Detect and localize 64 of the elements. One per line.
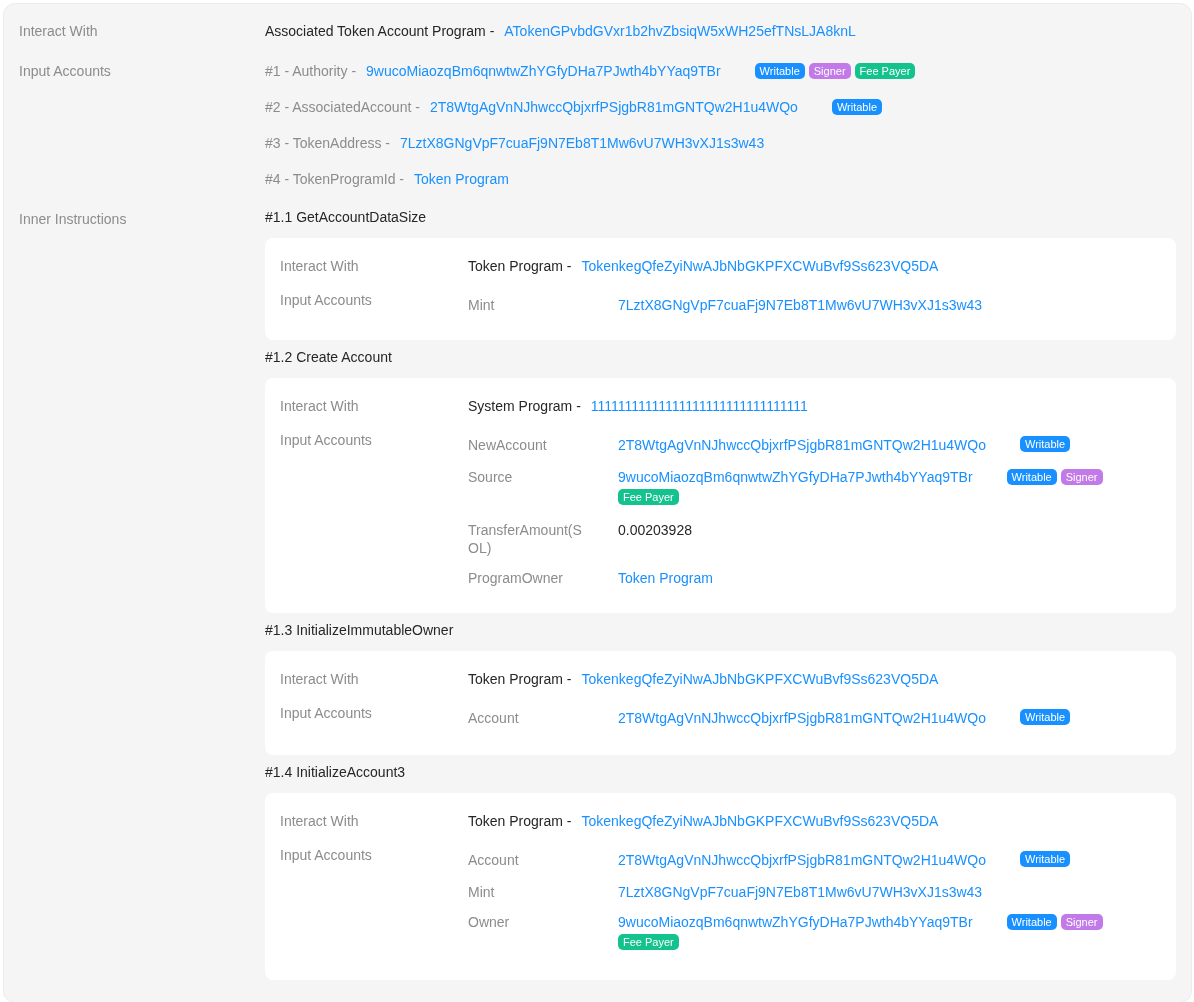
- field-label: Input Accounts: [19, 62, 112, 81]
- program-name: Token Program -: [468, 258, 572, 274]
- field-label: Interact With: [280, 397, 360, 415]
- program-address-link[interactable]: TokenkegQfeZyiNwAJbNbGKPFXCWuBvf9Ss623VQ5DA: [581, 258, 939, 274]
- field-label: Interact With: [280, 812, 360, 831]
- program-name: Associated Token Account Program -: [265, 23, 495, 39]
- account-name: NewAccount: [468, 436, 548, 455]
- account-link[interactable]: 2T8WtgAgVnNJhwccQbjxrfPSjgbR81mGNTQw2H1u4WQo: [429, 98, 798, 116]
- account-label: #4 - TokenProgramId -: [265, 170, 405, 188]
- account-name: ProgramOwner: [468, 568, 564, 587]
- account-tag: Writable: [754, 63, 805, 79]
- field-label: Input Accounts: [280, 703, 373, 723]
- program-address-link[interactable]: TokenkegQfeZyiNwAJbNbGKPFXCWuBvf9Ss623VQ5DA: [581, 813, 939, 830]
- account-name: Owner: [468, 913, 511, 933]
- program-name: Token Program -: [468, 813, 572, 830]
- account-link[interactable]: 2T8WtgAgVnNJhwccQbjxrfPSjgbR81mGNTQw2H1u4WQo: [618, 709, 986, 726]
- account-name: Account: [468, 851, 520, 871]
- account-tag: Writable: [831, 99, 883, 115]
- program-address-link[interactable]: ATokenGPvbdGVxr1b2hvZbsiqW5xWH25efTNsLJA8knL: [504, 23, 856, 39]
- instruction-title: #1.2 Create Account: [265, 348, 393, 366]
- instruction-title: #1.3 InitializeImmutableOwner: [265, 620, 455, 639]
- account-label: #3 - TokenAddress -: [265, 134, 391, 152]
- field-label: Input Accounts: [280, 846, 373, 866]
- account-name: Source: [468, 468, 514, 488]
- account-link[interactable]: 9wucoMiaozqBm6qnwtwZhYGfyDHa7PJwth4bYYaq9TBr: [366, 62, 721, 80]
- account-name: Mint: [468, 296, 496, 314]
- account-link[interactable]: 2T8WtgAgVnNJhwccQbjxrfPSjgbR81mGNTQw2H1u4WQo: [618, 852, 986, 869]
- instruction-title: #1.1 GetAccountDataSize: [265, 208, 428, 226]
- account-name: Account: [468, 708, 520, 728]
- account-link[interactable]: 7LztX8GNgVpF7cuaFj9N7Eb8T1Mw6vU7WH3vXJ1s3w43: [618, 297, 983, 313]
- account-value: 0.00203928: [618, 521, 692, 538]
- instruction-title: #1.4 InitializeAccount3: [265, 763, 407, 782]
- account-name: Mint: [468, 883, 496, 902]
- field-label: Interact With: [280, 669, 360, 688]
- account-name: TransferAmount(SOL): [468, 520, 583, 557]
- field-label: Interact With: [19, 22, 99, 41]
- account-tag: Fee Payer: [854, 63, 916, 79]
- account-tag: Writable: [1006, 468, 1057, 485]
- account-tag: Writable: [1020, 851, 1071, 868]
- program-address-link[interactable]: TokenkegQfeZyiNwAJbNbGKPFXCWuBvf9Ss623VQ5DA: [581, 670, 939, 687]
- account-tag: Signer: [1060, 468, 1103, 485]
- account-tag: Writable: [1020, 436, 1071, 453]
- program-name: System Program -: [468, 398, 581, 414]
- account-link[interactable]: Token Program: [618, 569, 713, 586]
- account-link[interactable]: 9wucoMiaozqBm6qnwtwZhYGfyDHa7PJwth4bYYaq9TBr: [618, 469, 973, 486]
- field-label: Interact With: [280, 257, 360, 275]
- account-link[interactable]: 7LztX8GNgVpF7cuaFj9N7Eb8T1Mw6vU7WH3vXJ1s3w43: [618, 884, 983, 901]
- field-label: Input Accounts: [280, 291, 373, 310]
- account-tag: Fee Payer: [618, 934, 679, 951]
- account-tag: Writable: [1020, 709, 1071, 726]
- field-label: Input Accounts: [280, 431, 373, 450]
- account-label: #1 - Authority -: [265, 62, 357, 80]
- account-tag: Signer: [1060, 913, 1103, 930]
- account-link[interactable]: 2T8WtgAgVnNJhwccQbjxrfPSjgbR81mGNTQw2H1u4WQo: [618, 437, 986, 453]
- account-link[interactable]: 7LztX8GNgVpF7cuaFj9N7Eb8T1Mw6vU7WH3vXJ1s3w43: [400, 134, 765, 152]
- program-name: Token Program -: [468, 670, 572, 687]
- program-address-link[interactable]: 11111111111111111111111111111111: [590, 398, 808, 414]
- account-tag: Writable: [1006, 913, 1057, 930]
- account-tag: Signer: [808, 63, 851, 79]
- account-tag: Fee Payer: [618, 488, 679, 505]
- account-label: #2 - AssociatedAccount -: [265, 98, 420, 116]
- account-link[interactable]: 9wucoMiaozqBm6qnwtwZhYGfyDHa7PJwth4bYYaq9TBr: [618, 914, 973, 931]
- account-link[interactable]: Token Program: [414, 170, 509, 188]
- field-label: Inner Instructions: [19, 210, 128, 229]
